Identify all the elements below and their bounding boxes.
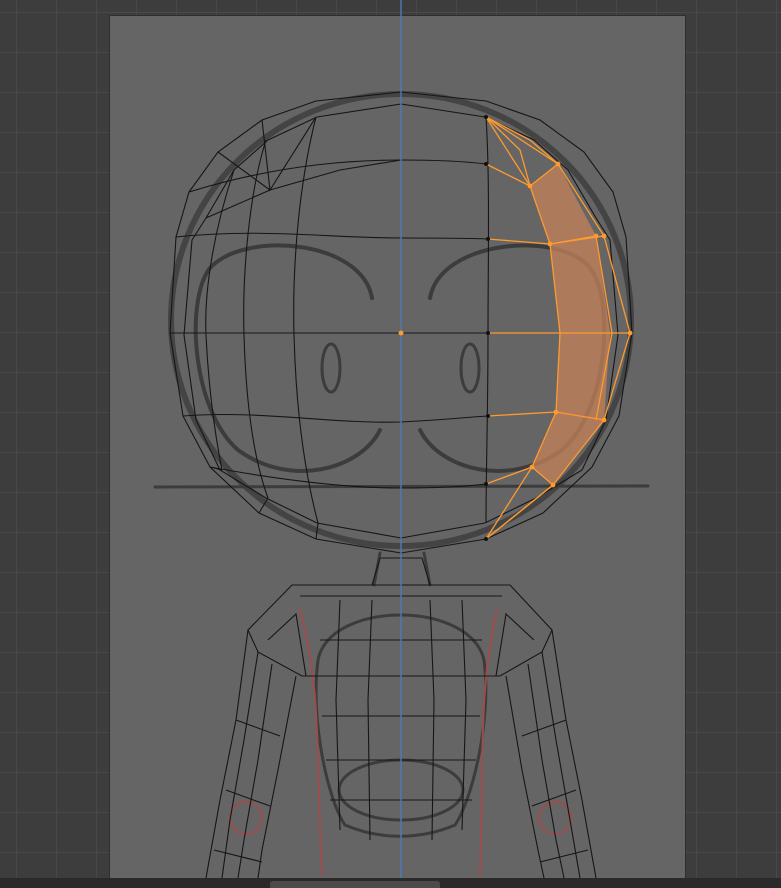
vertex [484,482,488,486]
selected-vertex [553,409,559,415]
sketch-left-pupil [320,342,342,394]
vertex [484,162,488,166]
shoulder-loop [247,584,553,677]
selected-vertex [529,464,535,470]
vertex [486,414,490,418]
left-arm-rings [213,719,281,863]
mesh-scene[interactable] [0,0,781,888]
vertex [486,331,490,335]
head-vertical-left-2 [243,139,269,499]
viewport-bottom-tab[interactable] [270,881,440,888]
left-arm-mid-2 [237,663,273,879]
sketch-right-arm-line [479,609,498,876]
3d-viewport[interactable] [0,0,781,888]
selected-vertex [547,241,553,247]
selected-vertex [601,417,607,423]
head-row-4 [182,413,489,423]
head-vertical-left-1 [293,116,319,524]
selected-vertex [627,330,633,336]
sketch-right-pupil [459,342,481,394]
sketch-right-hand [538,801,572,835]
selected-face-loop[interactable] [484,115,633,541]
left-arm-inner [257,675,297,879]
right-arm-rings [521,719,589,863]
vertex [484,537,488,541]
vertex [484,115,488,119]
selected-vertex [550,482,556,488]
selected-vertex [601,233,607,239]
vertex [486,237,490,241]
head-vertical-right-1 [485,116,490,524]
right-arm-mid-2 [527,663,565,879]
head-row-2 [175,232,489,240]
right-arm-inner [505,675,545,879]
selected-vertex [593,233,599,239]
selected-vertex [555,161,561,167]
sketch-left-eye [193,243,382,473]
object-origin [398,330,404,336]
head-row-5 [209,466,487,489]
selected-vertex [527,183,533,189]
